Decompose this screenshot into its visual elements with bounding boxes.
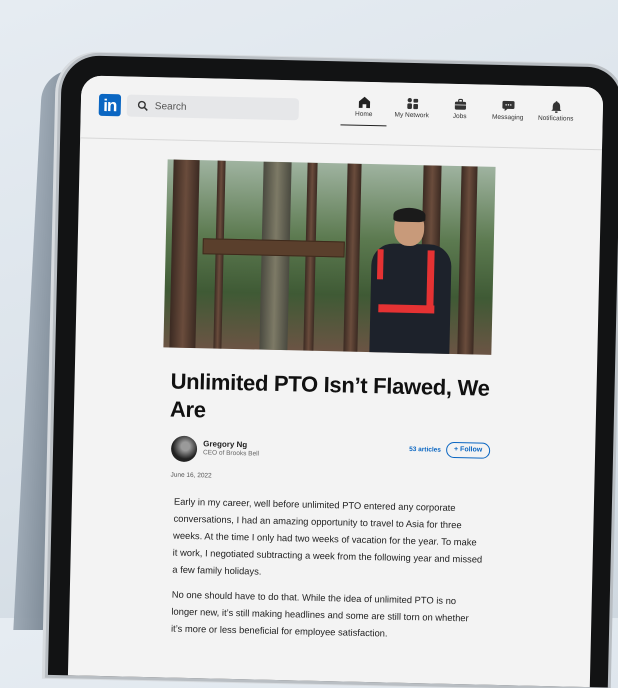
paragraph: No one should have to do that. While the… xyxy=(171,586,482,644)
screen: in Search Home My Network Jobs xyxy=(68,75,603,687)
follow-button[interactable]: + Follow xyxy=(446,442,490,459)
nav-messaging[interactable]: Messaging xyxy=(487,99,529,122)
nav-jobs[interactable]: Jobs xyxy=(439,98,481,121)
nav-label: Jobs xyxy=(453,113,467,120)
nav-label: Home xyxy=(355,111,372,118)
nav-label: Messaging xyxy=(492,114,524,122)
top-navbar: in Search Home My Network Jobs xyxy=(80,75,603,150)
home-icon xyxy=(357,96,370,109)
nav-label: My Network xyxy=(394,112,428,120)
article-body: Early in my career, well before unlimite… xyxy=(157,492,490,643)
articles-count-link[interactable]: 53 articles xyxy=(409,446,441,454)
tablet-device: in Search Home My Network Jobs xyxy=(48,55,618,688)
author-name[interactable]: Gregory Ng xyxy=(203,439,247,449)
author-role: CEO of Brooks Bell xyxy=(203,449,259,457)
publish-date: June 16, 2022 xyxy=(170,472,490,486)
trail-sign xyxy=(203,238,345,257)
nav-items: Home My Network Jobs Messaging Notificat… xyxy=(343,95,583,122)
tree xyxy=(343,164,361,352)
network-icon xyxy=(405,97,418,110)
backpack-strap xyxy=(426,250,434,310)
tree xyxy=(169,160,199,349)
paragraph: Early in my career, well before unlimite… xyxy=(172,493,484,585)
briefcase-icon xyxy=(453,98,466,111)
article: Unlimited PTO Isn’t Flawed, We Are Grego… xyxy=(157,159,498,643)
search-placeholder: Search xyxy=(155,101,187,113)
avatar[interactable] xyxy=(171,436,198,463)
message-icon xyxy=(501,99,514,112)
nav-home[interactable]: Home xyxy=(343,95,385,118)
search-input[interactable]: Search xyxy=(127,94,299,120)
linkedin-logo[interactable]: in xyxy=(99,94,121,116)
hiker xyxy=(359,209,462,354)
nav-notifications[interactable]: Notifications xyxy=(535,100,577,123)
article-title: Unlimited PTO Isn’t Flawed, We Are xyxy=(170,368,493,431)
author-row: Gregory Ng CEO of Brooks Bell 53 article… xyxy=(171,436,492,471)
backpack-strap xyxy=(377,249,384,279)
search-icon xyxy=(137,100,149,112)
hero-image xyxy=(163,159,495,354)
hiker-hair xyxy=(393,208,425,223)
nav-label: Notifications xyxy=(538,115,574,123)
bell-icon xyxy=(549,100,562,113)
nav-my-network[interactable]: My Network xyxy=(391,96,433,119)
backpack-strap xyxy=(378,304,434,313)
